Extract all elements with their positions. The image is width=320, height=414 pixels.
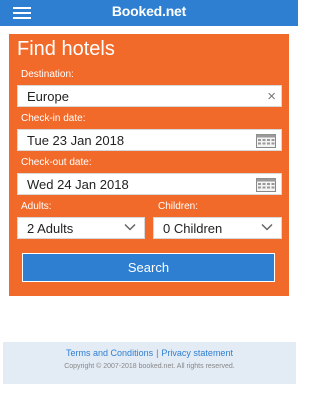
terms-link[interactable]: Terms and Conditions (66, 348, 153, 358)
destination-input[interactable]: Europe × (17, 85, 282, 107)
copyright-text: Copyright © 2007-2018 booked.net. All ri… (64, 363, 235, 370)
adults-select[interactable]: 2 Adults (17, 217, 145, 239)
adults-value: 2 Adults (27, 221, 74, 236)
calendar-icon[interactable] (256, 134, 276, 148)
checkout-date-value: Wed 24 Jan 2018 (27, 177, 129, 192)
search-button[interactable]: Search (22, 253, 275, 282)
footer-links: Terms and Conditions | Privacy statement (3, 348, 296, 358)
calendar-icon[interactable] (256, 178, 276, 192)
footer: Terms and Conditions | Privacy statement C… (3, 342, 296, 384)
checkout-date-field[interactable]: Wed 24 Jan 2018 (17, 173, 282, 195)
children-select[interactable]: 0 Children (153, 217, 282, 239)
children-label: Children: (158, 201, 199, 212)
destination-value: Europe (27, 89, 69, 104)
site-logo[interactable]: Booked.net (0, 3, 298, 19)
destination-label: Destination: (21, 69, 74, 80)
clear-icon[interactable]: × (267, 88, 276, 105)
children-value: 0 Children (163, 221, 223, 236)
checkout-label: Check-out date: (21, 157, 92, 168)
adults-label: Adults: (21, 201, 52, 212)
top-bar: Booked.net (0, 0, 298, 26)
form-title: Find hotels (17, 38, 115, 60)
hotel-search-form: Find hotels Destination: Europe × Check-… (9, 34, 289, 296)
checkin-label: Check-in date: (21, 113, 86, 124)
checkin-date-field[interactable]: Tue 23 Jan 2018 (17, 129, 282, 151)
privacy-link[interactable]: Privacy statement (161, 348, 233, 358)
chevron-down-icon (124, 223, 136, 231)
checkin-date-value: Tue 23 Jan 2018 (27, 133, 125, 148)
chevron-down-icon (261, 223, 273, 231)
